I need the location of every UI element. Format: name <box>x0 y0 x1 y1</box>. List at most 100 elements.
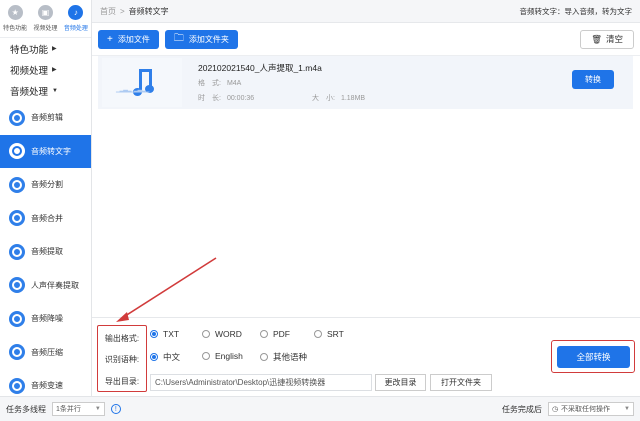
page-description: 音频转文字：导入音频，转为文字 <box>519 6 633 16</box>
audio-icon: ♪ <box>68 5 84 20</box>
list-item: ▁▂▃▂▁▂▃▂▁ 202102021540_人声提取_1.m4a 格 式: M4… <box>98 56 633 109</box>
breadcrumb-separator: > <box>120 6 125 16</box>
sidebar-item-audio-edit[interactable]: 音频剪辑 <box>0 101 91 135</box>
convert-button[interactable]: 转换 <box>572 70 614 89</box>
after-done-group: 任务完成后 ◷ 不采取任何操作 ▼ <box>502 402 634 416</box>
sidebar-item-audio-extract[interactable]: 音频提取 <box>0 235 91 269</box>
add-file-button[interactable]: + 添加文件 <box>98 29 159 49</box>
sidebar-item-label: 音频剪辑 <box>31 113 63 123</box>
option-label: SRT <box>327 329 344 339</box>
category-label: 特色功能 <box>10 44 49 56</box>
info-icon[interactable]: ! <box>110 404 121 414</box>
convert-all-button[interactable]: 全部转换 <box>557 346 630 368</box>
radio-icon <box>202 330 210 338</box>
category-featured[interactable]: 特色功能 ▶ <box>0 38 91 59</box>
thread-count-value: 1条并行 <box>56 406 81 413</box>
size-label: 大 小: <box>312 95 335 102</box>
audio-compress-icon <box>9 344 25 361</box>
radio-icon <box>150 353 158 361</box>
status-bar: 任务多线程 1条并行 ▼ ! 任务完成后 ◷ 不采取任何操作 ▼ <box>0 396 640 421</box>
breadcrumb-current: 音频转文字 <box>128 6 169 16</box>
option-label: WORD <box>215 329 242 339</box>
plus-icon: + <box>107 33 113 45</box>
sidebar-item-label: 音频合并 <box>31 213 63 223</box>
option-label: TXT <box>163 329 180 339</box>
audio-denoise-icon <box>9 310 25 327</box>
radio-icon <box>260 330 268 338</box>
duration-label: 时 长: <box>198 95 221 102</box>
sidebar-item-audio-denoise[interactable]: 音频降噪 <box>0 302 91 336</box>
sidebar-item-label: 音频降噪 <box>31 314 63 324</box>
category-video[interactable]: 视频处理 ▶ <box>0 59 91 80</box>
labels-highlight-box: 输出格式: 识别语种: 导出目录: <box>97 325 147 392</box>
sidebar-item-audio-split[interactable]: 音频分割 <box>0 168 91 202</box>
chevron-down-icon: ▼ <box>94 406 101 412</box>
audio-extract-icon <box>9 243 25 260</box>
after-done-value: 不采取任何操作 <box>561 406 611 413</box>
category-audio[interactable]: 音频处理 ▼ <box>0 80 91 101</box>
sidebar-item-label: 音频转文字 <box>31 146 71 156</box>
sidebar-item-label: 音频分割 <box>31 180 63 190</box>
format-option-srt[interactable]: SRT <box>314 329 344 339</box>
size-value: 1.18MB <box>340 95 366 102</box>
format-value: M4A <box>226 80 242 87</box>
tab-video[interactable]: ▣ 视频处理 <box>30 0 60 37</box>
chevron-right-icon: ▶ <box>52 67 57 73</box>
output-dir-label: 导出目录: <box>104 377 140 386</box>
header: 首页 > 音频转文字 音频转文字：导入音频，转为文字 <box>92 0 640 23</box>
sidebar: ★ 特色功能 ▣ 视频处理 ♪ 音频处理 特色功能 ▶ 视频处理 ▶ 音频处理 … <box>0 0 92 396</box>
option-label: PDF <box>273 329 290 339</box>
format-option-pdf[interactable]: PDF <box>260 329 290 339</box>
sidebar-item-vocal-extract[interactable]: 人声伴奏提取 <box>0 269 91 303</box>
file-list: ▁▂▃▂▁▂▃▂▁ 202102021540_人声提取_1.m4a 格 式: M4… <box>92 55 640 317</box>
breadcrumb: 首页 > 音频转文字 <box>100 6 169 17</box>
tab-audio-label: 音频处理 <box>63 26 88 32</box>
sidebar-item-label: 音频变速 <box>31 381 63 391</box>
thread-count-select[interactable]: 1条并行 ▼ <box>52 402 105 416</box>
chevron-down-icon: ▼ <box>624 406 630 412</box>
language-option-other[interactable]: 其他语种 <box>260 351 307 363</box>
sidebar-item-label: 人声伴奏提取 <box>31 280 79 290</box>
add-file-label: 添加文件 <box>117 34 150 44</box>
format-option-txt[interactable]: TXT <box>150 329 179 339</box>
output-dir-input[interactable]: C:\Users\Administrator\Desktop\迅捷视频转换器 <box>150 374 372 391</box>
clear-label: 清空 <box>605 34 623 44</box>
file-size: 大 小: 1.18MB <box>312 93 365 103</box>
file-format: 格 式: M4A <box>198 78 241 88</box>
multithread-label: 任务多线程 <box>6 404 46 414</box>
option-label: 其他语种 <box>273 352 308 362</box>
audio-merge-icon <box>9 210 25 227</box>
file-duration: 时 长: 00:00:36 <box>198 93 254 103</box>
format-label: 格 式: <box>198 80 221 87</box>
language-option-english[interactable]: English <box>202 351 243 361</box>
audio-edit-icon <box>9 109 25 126</box>
sidebar-item-audio-compress[interactable]: 音频压缩 <box>0 336 91 370</box>
clear-button[interactable]: 🗑 清空 <box>580 29 634 49</box>
settings-panel: 输出格式: 识别语种: 导出目录: TXT WORD PDF SRT 中文 En… <box>92 317 640 396</box>
sidebar-item-label: 音频提取 <box>31 247 63 257</box>
folder-icon: 🗀 <box>173 32 184 44</box>
open-folder-button[interactable]: 打开文件夹 <box>430 374 492 391</box>
format-option-word[interactable]: WORD <box>202 329 242 339</box>
clock-icon: ◷ <box>551 406 559 413</box>
radio-icon <box>202 352 210 360</box>
tab-featured[interactable]: ★ 特色功能 <box>0 0 30 37</box>
audio-thumbnail: ▁▂▃▂▁▂▃▂▁ <box>102 58 182 107</box>
sidebar-item-audio-merge[interactable]: 音频合并 <box>0 202 91 236</box>
language-label: 识别语种: <box>104 355 140 364</box>
option-label: 中文 <box>163 352 181 362</box>
waveform-icon: ▁▂▃▂▁▂▃▂▁ <box>116 87 150 93</box>
radio-icon <box>314 330 322 338</box>
tab-audio[interactable]: ♪ 音频处理 <box>61 0 91 37</box>
vocal-extract-icon <box>9 277 25 294</box>
tab-video-label: 视频处理 <box>33 26 58 32</box>
trash-icon: 🗑 <box>591 33 602 44</box>
add-folder-button[interactable]: 🗀 添加文件夹 <box>164 29 238 49</box>
language-option-chinese[interactable]: 中文 <box>150 351 180 363</box>
after-done-select[interactable]: ◷ 不采取任何操作 ▼ <box>547 402 634 416</box>
audio-to-text-icon <box>9 143 25 160</box>
breadcrumb-home[interactable]: 首页 <box>100 7 116 16</box>
change-dir-button[interactable]: 更改目录 <box>375 374 426 391</box>
sidebar-item-audio-to-text[interactable]: 音频转文字 <box>0 134 91 168</box>
option-label: English <box>215 351 243 361</box>
